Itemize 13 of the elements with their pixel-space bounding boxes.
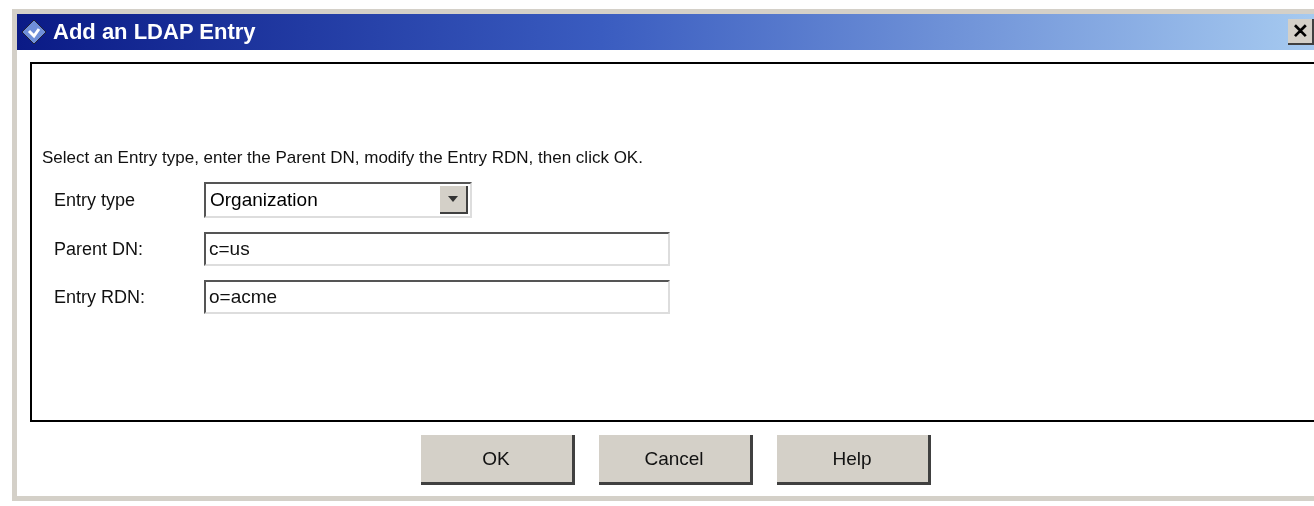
window-title: Add an LDAP Entry bbox=[53, 19, 256, 45]
field-label: Parent DN: bbox=[54, 238, 145, 260]
input-field[interactable]: o=acme bbox=[204, 280, 670, 314]
dialog-button[interactable]: Help bbox=[776, 435, 931, 485]
field-label: Entry type bbox=[54, 189, 137, 211]
entry-type-dropdown[interactable]: Organization bbox=[204, 182, 472, 218]
input-field[interactable]: c=us bbox=[204, 232, 670, 266]
dialog-button[interactable]: Cancel bbox=[598, 435, 753, 485]
field-label: Entry RDN: bbox=[54, 286, 146, 308]
dialog-button[interactable]: OK bbox=[420, 435, 575, 485]
close-button[interactable]: ✕ bbox=[1288, 19, 1314, 45]
app-icon bbox=[21, 19, 47, 45]
instruction-text: Select an Entry type, enter the Parent DN, modify the Entry RDN, then click OK. bbox=[42, 148, 644, 168]
